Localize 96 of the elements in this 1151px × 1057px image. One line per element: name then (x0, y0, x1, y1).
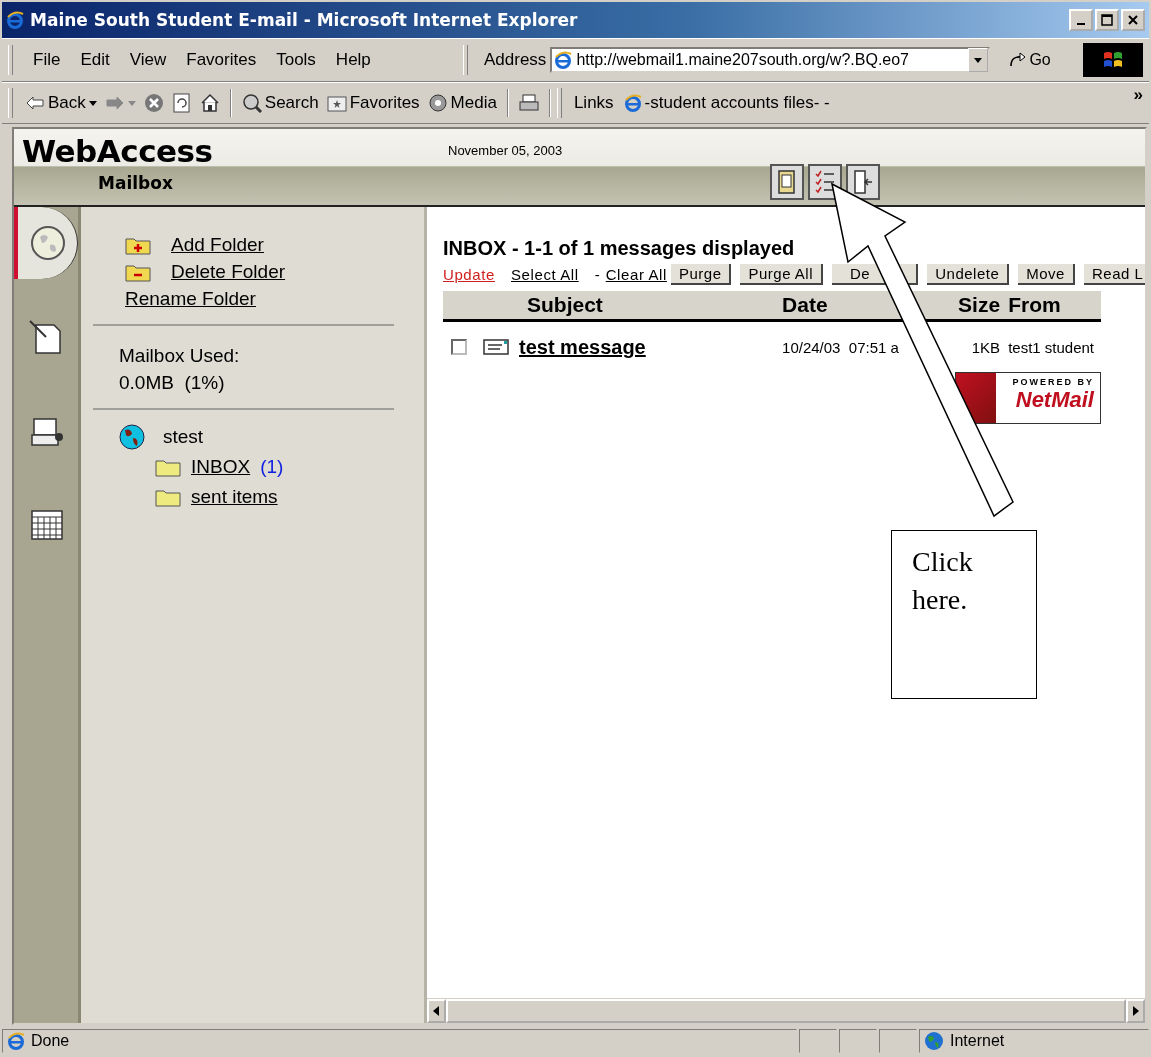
address-label: Address (483, 50, 548, 70)
note-icon (28, 319, 64, 355)
folder-action-link[interactable]: Add Folder (171, 233, 264, 256)
status-text: Done (31, 1032, 70, 1050)
horizontal-scrollbar[interactable] (427, 998, 1145, 1023)
refresh-icon (171, 93, 192, 113)
status-pane (839, 1029, 877, 1053)
action-button[interactable]: Purge (670, 264, 732, 285)
menu-item[interactable]: Favorites (176, 48, 267, 72)
more-button[interactable]: » (1133, 85, 1143, 105)
status-pane (799, 1029, 837, 1053)
media-button[interactable]: Media (423, 91, 501, 115)
window-title: Maine South Student E-mail - Microsoft Internet Explorer (30, 10, 579, 30)
menu-item[interactable]: Help (325, 48, 381, 72)
caret-icon (127, 100, 136, 106)
arrow-icon (104, 95, 125, 111)
action-link[interactable]: Clear All (605, 266, 667, 283)
globe-icon (119, 424, 145, 450)
close-button[interactable] (1121, 9, 1145, 31)
maximize-icon (1101, 14, 1113, 26)
action-button[interactable]: Move (1018, 264, 1075, 285)
link-button[interactable]: -student accounts files- - (619, 91, 834, 115)
checklist-icon (814, 169, 836, 195)
menu-item[interactable]: Edit (70, 48, 120, 72)
close-icon (1127, 14, 1139, 26)
media-icon (427, 93, 448, 113)
folder-icon (155, 487, 181, 507)
action-button[interactable]: Read L (1083, 264, 1145, 285)
unread-count: (1) (260, 456, 284, 478)
stop-icon (143, 93, 164, 113)
browser-icon (6, 11, 24, 29)
left-arrow-icon (433, 1006, 440, 1016)
message-size: 1KB (971, 338, 1001, 356)
folder-action-link[interactable]: Delete Folder (171, 260, 286, 283)
exit-button[interactable] (846, 164, 880, 200)
caret-icon (974, 57, 983, 63)
address-field[interactable]: http://webmail1.maine207south.org/w?.BQ.eo7 (550, 47, 991, 73)
globe-icon (924, 1031, 944, 1051)
action-link[interactable]: Update (443, 266, 495, 283)
folder-action-link[interactable]: Rename Folder (125, 287, 256, 310)
inbox-heading: INBOX - 1-1 of 1 messages displayed (443, 237, 796, 260)
folder-icon (155, 457, 181, 477)
action-link[interactable]: Select All (511, 266, 579, 283)
printer-icon (518, 93, 539, 113)
action-button[interactable]: Purge All (740, 264, 824, 285)
message-sender: test1 student (1008, 338, 1095, 356)
separator-text: - (594, 266, 600, 283)
message-date: 10/24/03 07:51 a (782, 338, 899, 356)
account-label: stest (163, 426, 204, 448)
action-button[interactable]: Undelete (927, 264, 1010, 285)
page-icon (7, 1032, 25, 1050)
right-arrow-icon (1132, 1006, 1139, 1016)
help-button[interactable] (770, 164, 804, 200)
arrow-icon (25, 95, 45, 111)
minimize-icon (1077, 23, 1085, 25)
folder-icon (326, 93, 347, 113)
search-icon (241, 93, 262, 113)
message-subject-link[interactable]: test message (519, 335, 646, 359)
menu-item[interactable]: View (119, 48, 177, 72)
arrow-icon (1008, 52, 1027, 68)
minimize-button[interactable] (1069, 9, 1093, 31)
calendar-icon (28, 507, 64, 543)
message-icon (483, 339, 509, 355)
callout-text: Click here. (891, 530, 1037, 699)
app-title: WebAccess (22, 133, 214, 169)
folder-link[interactable]: sent items (191, 486, 278, 508)
date-label: November 05, 2003 (448, 143, 564, 158)
search-button[interactable]: Search (237, 91, 323, 115)
status-pane (879, 1029, 917, 1053)
section-title: Mailbox (98, 173, 174, 193)
book-icon (776, 169, 798, 195)
caret-icon (88, 100, 97, 106)
favorites-button[interactable]: Favorites (322, 91, 424, 115)
folder-link[interactable]: INBOX (191, 456, 251, 478)
globe-icon (29, 225, 66, 261)
go-button[interactable]: Go (1004, 49, 1055, 71)
back-button[interactable]: Back (21, 91, 101, 115)
mailbox-used-value: 0.0MB (1%) (119, 371, 226, 395)
badge-brand: NetMail (1015, 387, 1094, 413)
column-header[interactable]: Subject (527, 293, 603, 316)
links-label: Links (572, 93, 615, 113)
home-icon (199, 93, 220, 113)
windows-logo-icon (1102, 50, 1124, 70)
maximize-button[interactable] (1095, 9, 1119, 31)
checkbox[interactable] (451, 339, 467, 355)
menu-item[interactable]: File (23, 48, 71, 72)
dropdown-button[interactable] (968, 48, 989, 72)
page-icon (623, 94, 642, 112)
page-icon (554, 51, 573, 69)
options-button[interactable] (808, 164, 842, 200)
side-tab[interactable] (14, 207, 78, 279)
mailbox-used-label: Mailbox Used: (119, 344, 241, 368)
menu-item[interactable]: Tools (266, 48, 326, 72)
door-icon (852, 169, 874, 195)
badge-caption: POWERED BY (1012, 377, 1094, 387)
zone-label: Internet (950, 1032, 1005, 1050)
